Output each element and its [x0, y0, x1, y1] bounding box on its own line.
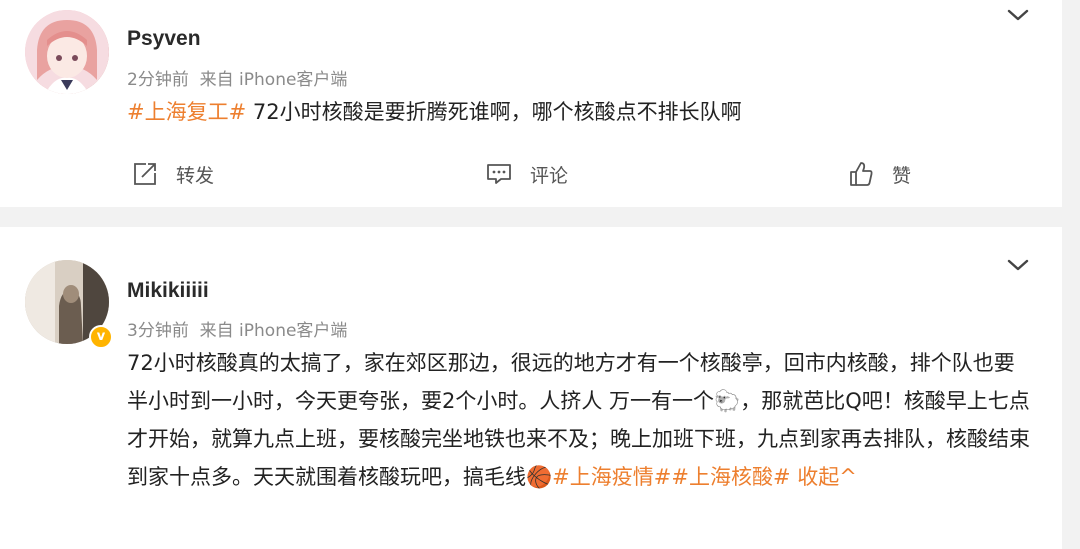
like-icon [850, 162, 873, 186]
comment-button[interactable]: 评论 [486, 158, 568, 190]
avatar[interactable] [25, 10, 109, 94]
basketball-emoji: 🏀 [526, 465, 553, 489]
topic-link[interactable]: #上海复工# [127, 100, 246, 124]
username[interactable]: Psyven [127, 27, 201, 51]
repost-label: 转发 [176, 164, 215, 187]
verified-badge: v [89, 325, 113, 349]
post-source: 来自 iPhone客户端 [199, 321, 348, 341]
post-time: 2分钟前 [127, 70, 189, 90]
post-meta: 3分钟前 来自 iPhone客户端 [127, 316, 347, 341]
comment-icon [487, 164, 511, 184]
post-card: v Mikikiiiii 3分钟前 来自 iPhone客户端 72小时核酸真的太… [0, 227, 1062, 549]
topic-link[interactable]: #上海疫情# [552, 465, 671, 489]
repost-button[interactable]: 转发 [132, 158, 214, 190]
comment-label: 评论 [530, 164, 569, 187]
like-button[interactable]: 赞 [848, 158, 911, 190]
post-card: Psyven 2分钟前 来自 iPhone客户端 #上海复工# 72小时核酸是要… [0, 0, 1062, 207]
post-time: 3分钟前 [127, 321, 189, 341]
username[interactable]: Mikikiiiii [127, 279, 209, 303]
collapse-button[interactable]: 收起^ [791, 465, 857, 489]
post-text: #上海复工# 72小时核酸是要折腾死谁啊，哪个核酸点不排长队啊 [127, 93, 742, 131]
like-label: 赞 [892, 164, 912, 187]
sheep-emoji: 🐑 [714, 389, 741, 413]
post-text: 72小时核酸真的太搞了，家在郊区那边，很远的地方才有一个核酸亭，回市内核酸，排个… [127, 344, 1032, 496]
topic-link[interactable]: #上海核酸# [671, 465, 790, 489]
post-source: 来自 iPhone客户端 [199, 70, 348, 90]
collapse-up-icon: ^ [839, 465, 857, 489]
post-meta: 2分钟前 来自 iPhone客户端 [127, 65, 347, 90]
chevron-down-icon[interactable] [1006, 257, 1030, 273]
post-body: 72小时核酸是要折腾死谁啊，哪个核酸点不排长队啊 [246, 100, 742, 124]
chevron-down-icon[interactable] [1006, 7, 1030, 23]
avatar-image [25, 10, 109, 94]
collapse-label: 收起 [790, 465, 840, 489]
repost-icon [134, 163, 156, 185]
